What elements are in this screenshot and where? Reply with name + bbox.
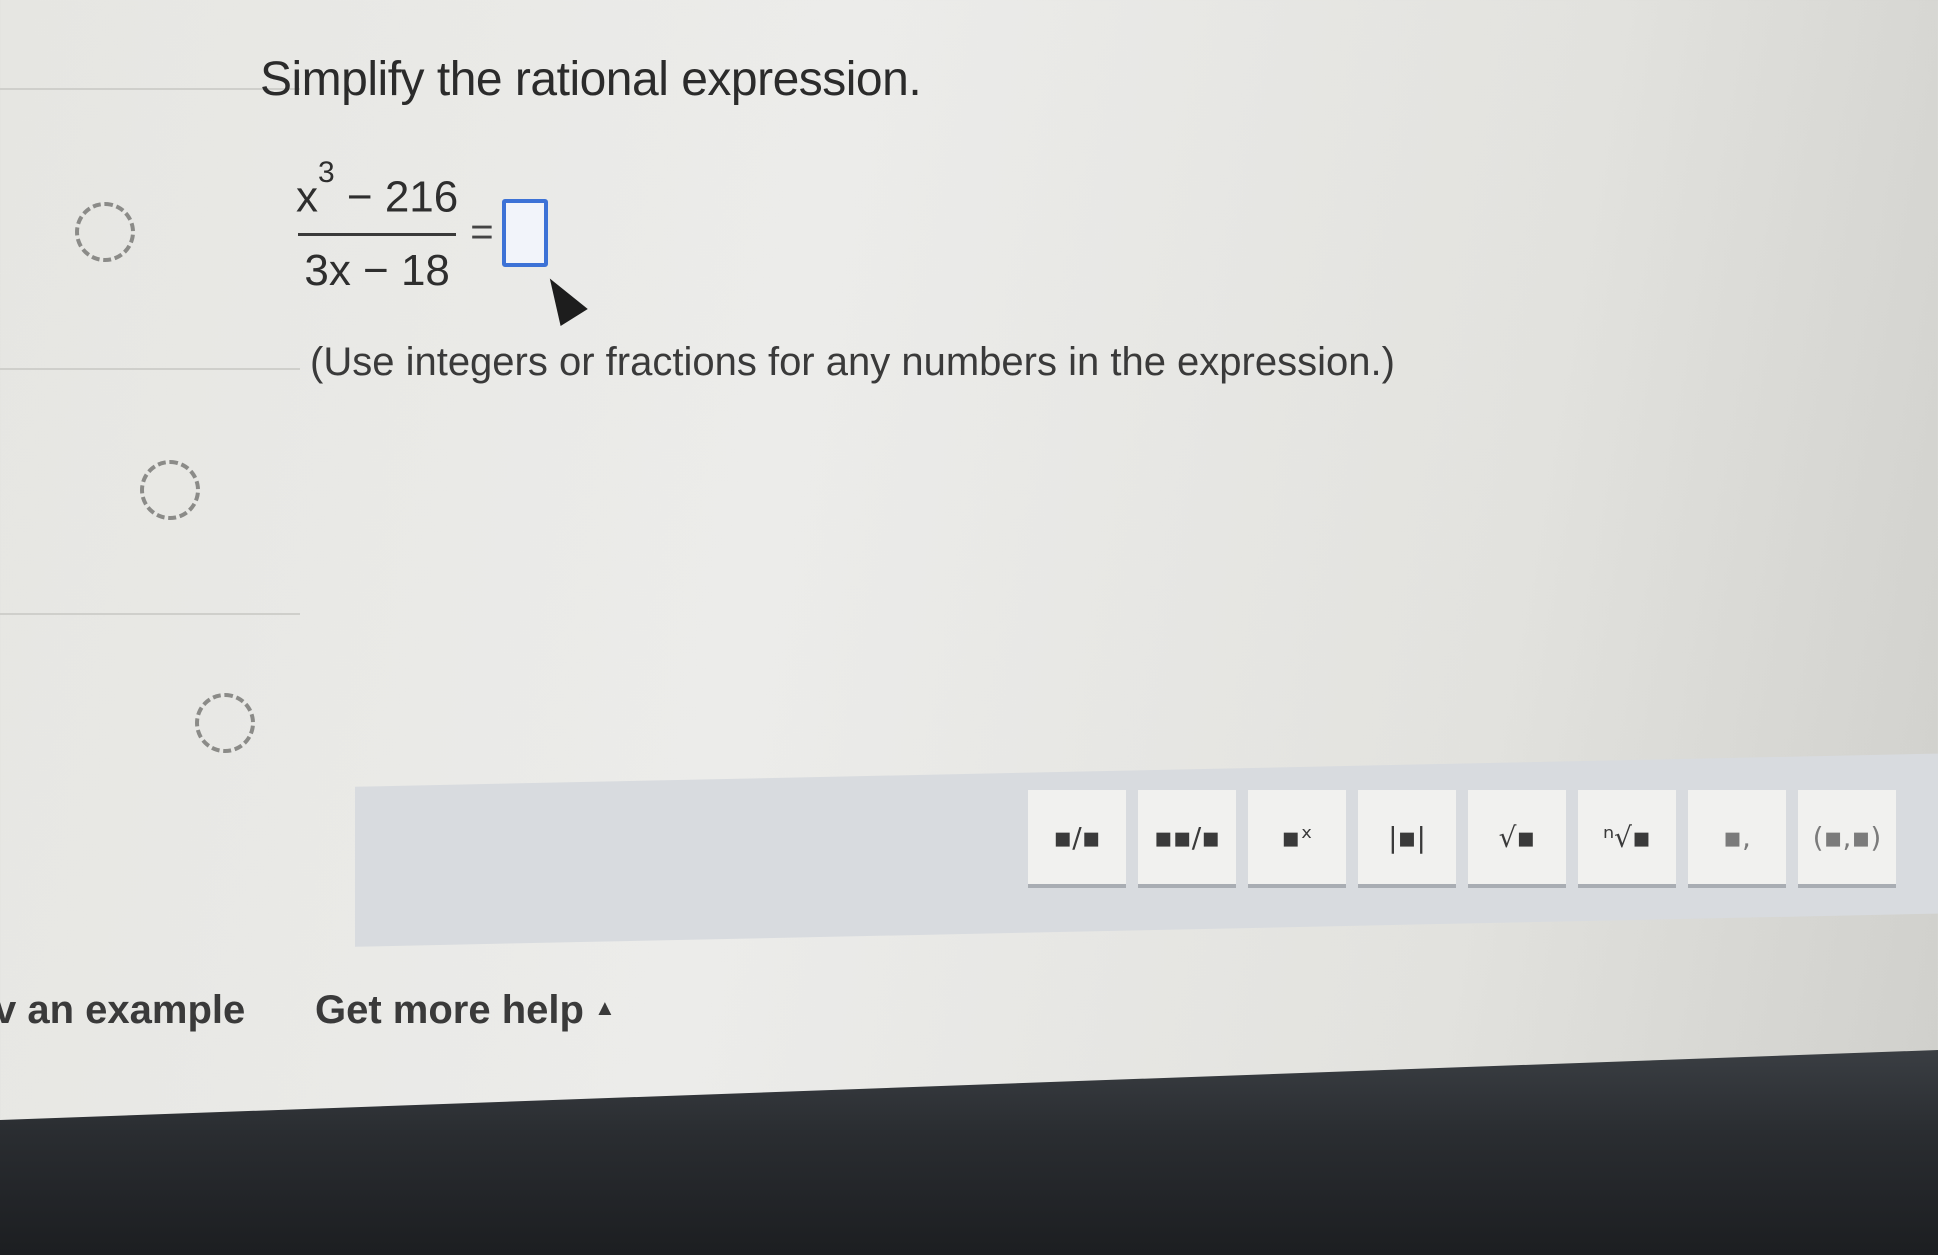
laptop-bezel bbox=[0, 1050, 1938, 1255]
question-item-3[interactable] bbox=[0, 613, 300, 830]
numerator: x3 − 216 bbox=[292, 156, 462, 233]
question-title: Simplify the rational expression. bbox=[260, 53, 922, 106]
question-item-2[interactable] bbox=[0, 368, 300, 615]
question-list bbox=[0, 0, 300, 830]
answer-input[interactable] bbox=[501, 198, 548, 267]
instruction-text: (Use integers or fractions for any numbe… bbox=[310, 340, 1395, 384]
mixed-number-tool[interactable]: ▪▪/▪ bbox=[1138, 790, 1236, 888]
nth-root-tool[interactable]: ⁿ√▪ bbox=[1578, 790, 1676, 888]
question-status-icon bbox=[140, 460, 200, 520]
numerator-base: x bbox=[296, 172, 318, 222]
numerator-exponent: 3 bbox=[318, 156, 335, 189]
exponent-tool[interactable]: ▪ˣ bbox=[1248, 790, 1346, 888]
rational-expression: x3 − 216 3x − 18 = bbox=[292, 156, 548, 296]
absolute-value-tool[interactable]: |▪| bbox=[1358, 790, 1456, 888]
view-example-link[interactable]: v an example bbox=[0, 988, 245, 1033]
ordered-pair-tool[interactable]: (▪,▪) bbox=[1798, 790, 1896, 888]
question-item-1[interactable] bbox=[0, 88, 300, 370]
get-more-help-label: Get more help bbox=[315, 988, 584, 1032]
question-status-icon bbox=[195, 693, 255, 753]
caret-up-icon: ▲ bbox=[593, 995, 616, 1020]
numerator-rest: − 216 bbox=[334, 172, 459, 222]
question-status-icon bbox=[75, 202, 135, 262]
decimal-tool[interactable]: ▪, bbox=[1688, 790, 1786, 888]
square-root-tool[interactable]: √▪ bbox=[1468, 790, 1566, 888]
denominator: 3x − 18 bbox=[304, 245, 450, 295]
math-tools: ▪/▪ ▪▪/▪ ▪ˣ |▪| √▪ ⁿ√▪ ▪, (▪,▪) bbox=[1028, 790, 1896, 888]
get-more-help-link[interactable]: Get more help ▲ bbox=[315, 988, 616, 1033]
equals-sign: = bbox=[470, 210, 494, 255]
fraction-tool[interactable]: ▪/▪ bbox=[1028, 790, 1126, 888]
fraction: x3 − 216 3x − 18 bbox=[292, 156, 462, 296]
